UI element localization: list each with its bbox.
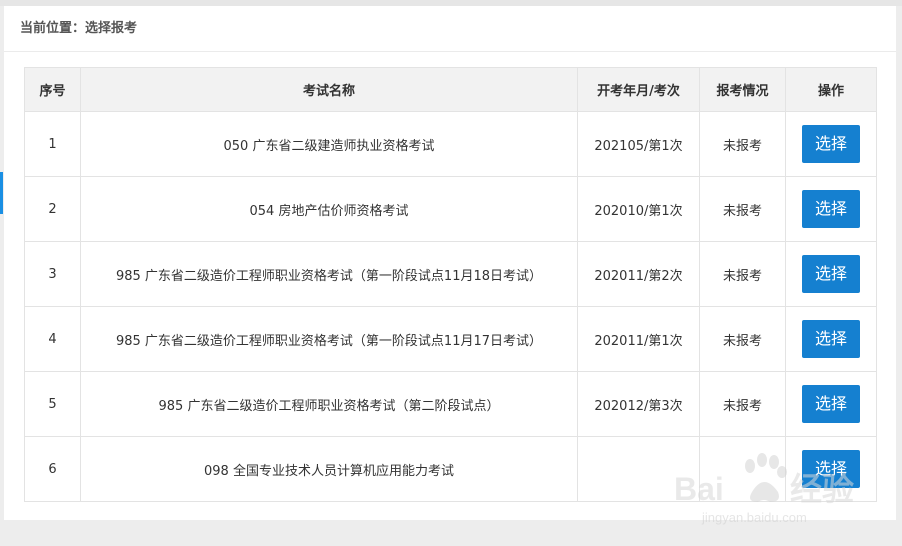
select-button[interactable]: 选择	[802, 450, 860, 488]
row-action-cell: 选择	[785, 111, 877, 177]
row-index: 5	[24, 371, 81, 437]
row-status: 未报考	[699, 306, 786, 372]
select-button[interactable]: 选择	[802, 255, 860, 293]
row-action-cell: 选择	[785, 241, 877, 307]
row-action-cell: 选择	[785, 176, 877, 242]
row-exam-period: 202011/第1次	[577, 306, 700, 372]
header-action: 操作	[785, 67, 877, 112]
breadcrumb-prefix: 当前位置：	[20, 21, 86, 36]
row-action-cell: 选择	[785, 306, 877, 372]
row-status	[699, 436, 786, 502]
select-button[interactable]: 选择	[802, 125, 860, 163]
row-exam-period: 202011/第2次	[577, 241, 700, 307]
select-button[interactable]: 选择	[802, 320, 860, 358]
table-row: 3 985 广东省二级造价工程师职业资格考试（第一阶段试点11月18日考试） 2…	[24, 241, 877, 307]
content-panel: 当前位置：选择报考 序号 考试名称 开考年月/考次 报考情况 操作 1 050 …	[4, 6, 896, 520]
row-exam-period: 202010/第1次	[577, 176, 700, 242]
table-row: 2 054 房地产估价师资格考试 202010/第1次 未报考 选择	[24, 176, 877, 242]
row-action-cell: 选择	[785, 371, 877, 437]
row-exam-name: 054 房地产估价师资格考试	[80, 176, 578, 242]
row-exam-name: 098 全国专业技术人员计算机应用能力考试	[80, 436, 578, 502]
row-status: 未报考	[699, 111, 786, 177]
row-status: 未报考	[699, 371, 786, 437]
row-index: 6	[24, 436, 81, 502]
row-exam-name: 050 广东省二级建造师执业资格考试	[80, 111, 578, 177]
row-exam-name: 985 广东省二级造价工程师职业资格考试（第一阶段试点11月18日考试）	[80, 241, 578, 307]
table-row: 6 098 全国专业技术人员计算机应用能力考试 选择	[24, 436, 877, 502]
table-row: 1 050 广东省二级建造师执业资格考试 202105/第1次 未报考 选择	[24, 111, 877, 177]
exam-table: 序号 考试名称 开考年月/考次 报考情况 操作 1 050 广东省二级建造师执业…	[24, 67, 877, 502]
table-header-row: 序号 考试名称 开考年月/考次 报考情况 操作	[24, 67, 877, 112]
header-status: 报考情况	[699, 67, 786, 112]
select-button[interactable]: 选择	[802, 190, 860, 228]
row-exam-period: 202012/第3次	[577, 371, 700, 437]
row-exam-name: 985 广东省二级造价工程师职业资格考试（第二阶段试点）	[80, 371, 578, 437]
row-exam-name: 985 广东省二级造价工程师职业资格考试（第一阶段试点11月17日考试）	[80, 306, 578, 372]
row-status: 未报考	[699, 176, 786, 242]
row-exam-period: 202105/第1次	[577, 111, 700, 177]
table-row: 5 985 广东省二级造价工程师职业资格考试（第二阶段试点） 202012/第3…	[24, 371, 877, 437]
header-exam-period: 开考年月/考次	[577, 67, 700, 112]
row-status: 未报考	[699, 241, 786, 307]
breadcrumb: 当前位置：选择报考	[4, 6, 896, 52]
row-action-cell: 选择	[785, 436, 877, 502]
row-index: 1	[24, 111, 81, 177]
header-exam-name: 考试名称	[80, 67, 578, 112]
header-index: 序号	[24, 67, 81, 112]
row-index: 2	[24, 176, 81, 242]
row-index: 3	[24, 241, 81, 307]
table-row: 4 985 广东省二级造价工程师职业资格考试（第一阶段试点11月17日考试） 2…	[24, 306, 877, 372]
row-index: 4	[24, 306, 81, 372]
select-button[interactable]: 选择	[802, 385, 860, 423]
left-accent-bar	[0, 172, 3, 214]
breadcrumb-current: 选择报考	[85, 21, 138, 36]
row-exam-period	[577, 436, 700, 502]
